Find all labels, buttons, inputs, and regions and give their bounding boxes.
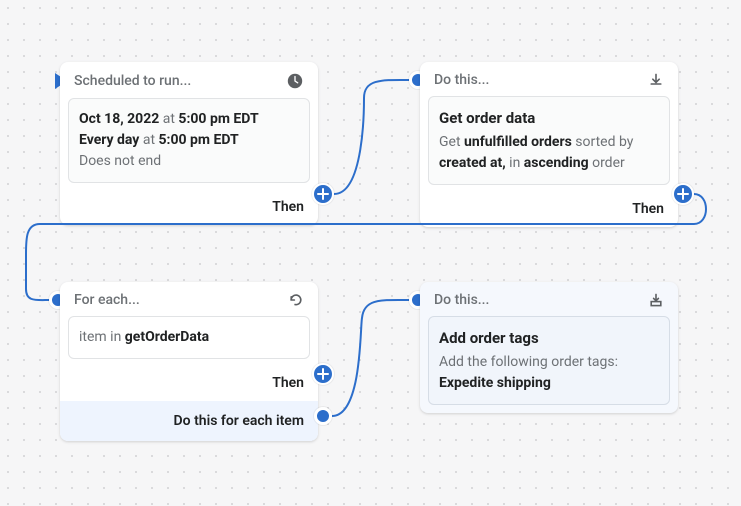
schedule-recurrence: Every day xyxy=(79,132,139,148)
do-this-title: Do this... xyxy=(434,292,489,308)
action-title: Get order data xyxy=(439,107,659,130)
connector-3-4 xyxy=(332,298,412,420)
schedule-time: 5:00 pm EDT xyxy=(178,111,258,127)
then-label: Then xyxy=(60,191,318,225)
add-tags-body: Add order tags Add the following order t… xyxy=(428,316,670,405)
for-each-title: For each... xyxy=(74,292,140,308)
each-footer: Do this for each item xyxy=(60,401,318,441)
card-header: For each... xyxy=(60,282,318,316)
scheduled-body: Oct 18, 2022 at 5:00 pm EDT Every day at… xyxy=(68,98,310,183)
action-title: Add order tags xyxy=(439,327,659,350)
loop-icon xyxy=(288,292,304,308)
clock-icon xyxy=(286,72,304,90)
card-header: Scheduled to run... xyxy=(60,62,318,98)
schedule-date: Oct 18, 2022 xyxy=(79,111,159,127)
card-for-each[interactable]: For each... item in getOrderData Then Do… xyxy=(60,282,318,441)
schedule-end: Does not end xyxy=(79,151,299,172)
do-this-title: Do this... xyxy=(434,72,489,88)
add-step-button[interactable] xyxy=(672,183,694,205)
for-each-body: item in getOrderData xyxy=(68,316,310,359)
tag-value: Expedite shipping xyxy=(439,375,551,391)
loop-variable: getOrderData xyxy=(125,329,209,345)
import-icon xyxy=(648,292,664,308)
add-step-button[interactable] xyxy=(312,183,334,205)
schedule-recurrence-time: 5:00 pm EDT xyxy=(159,132,239,148)
card-header: Do this... xyxy=(420,62,678,96)
then-label: Then xyxy=(60,367,318,401)
get-order-body: Get order data Get unfulfilled orders so… xyxy=(428,96,670,185)
node-dot xyxy=(314,407,332,425)
connector-1-2 xyxy=(334,78,412,198)
card-scheduled[interactable]: Scheduled to run... Oct 18, 2022 at 5:00… xyxy=(60,62,318,225)
card-add-tags[interactable]: Do this... Add order tags Add the follow… xyxy=(420,282,678,413)
tags-subtitle: Add the following order tags: xyxy=(439,352,659,373)
scheduled-title: Scheduled to run... xyxy=(74,73,191,89)
card-header: Do this... xyxy=(420,282,678,316)
add-step-button[interactable] xyxy=(312,363,334,385)
then-label: Then xyxy=(420,193,678,227)
card-get-order-data[interactable]: Do this... Get order data Get unfulfille… xyxy=(420,62,678,227)
download-icon xyxy=(648,72,664,88)
